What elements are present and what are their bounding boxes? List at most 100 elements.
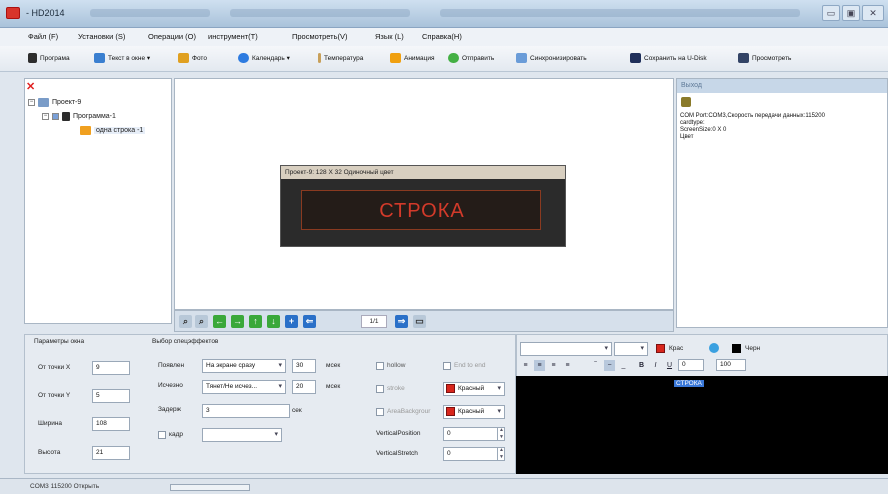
- frame-checkbox[interactable]: [158, 431, 166, 439]
- zoom-input[interactable]: 100: [716, 359, 746, 371]
- last-page-icon[interactable]: ▭: [413, 315, 426, 328]
- vpos-input[interactable]: 0: [443, 427, 505, 441]
- arrow-right-icon[interactable]: →: [231, 315, 244, 328]
- height-label: Высота: [38, 449, 61, 456]
- x-input[interactable]: 9: [92, 361, 130, 375]
- x-label: От точки X: [38, 364, 71, 371]
- menu-view[interactable]: Просмотреть(V): [292, 32, 348, 41]
- appear-unit: мсек: [326, 362, 341, 369]
- prev-page-icon[interactable]: ⇐: [303, 315, 316, 328]
- underline-button[interactable]: U: [664, 360, 675, 371]
- menu-tools[interactable]: инструмент(T): [208, 32, 258, 41]
- preview-button[interactable]: Просмотреть: [738, 53, 791, 63]
- text-window-button[interactable]: Текст в окне ▾: [94, 53, 150, 63]
- close-window-button[interactable]: ✕: [862, 5, 884, 21]
- minimize-button[interactable]: ▭: [822, 5, 840, 21]
- led-preview[interactable]: Проект-9: 128 X 32 Одиночный цвет СТРОКА: [280, 165, 566, 247]
- maximize-button[interactable]: ▣: [842, 5, 860, 21]
- preview-icon: [738, 53, 749, 63]
- spacing-input[interactable]: 0: [678, 359, 704, 371]
- arrow-up-icon[interactable]: ↑: [249, 315, 262, 328]
- next-page-icon[interactable]: ⇒: [395, 315, 408, 328]
- bold-button[interactable]: B: [636, 360, 647, 371]
- save-udisk-button[interactable]: Сохранить на U-Disk: [630, 53, 707, 63]
- font-size-select[interactable]: [614, 342, 648, 356]
- appear-time-input[interactable]: 30: [292, 359, 316, 373]
- bg-color-label[interactable]: Черн: [745, 345, 760, 352]
- tree-program[interactable]: − Программа-1: [42, 112, 116, 121]
- effects-title: Выбор спецэффектов: [152, 338, 219, 345]
- sync-button[interactable]: Синхронизировать: [516, 53, 587, 63]
- menu-bar: Файл (F) Установки (S) Операции (O) инст…: [0, 28, 888, 46]
- photo-button[interactable]: Фото: [178, 53, 207, 63]
- justify-icon[interactable]: ≡: [562, 360, 573, 371]
- vstretch-input[interactable]: 0: [443, 447, 505, 461]
- align-left-icon[interactable]: ≡: [520, 360, 531, 371]
- font-select[interactable]: [520, 342, 612, 356]
- vstretch-label: VerticalStretch: [376, 450, 418, 457]
- thermometer-icon: [318, 53, 321, 63]
- program-icon: [62, 112, 70, 121]
- stroke-checkbox[interactable]: [376, 385, 384, 393]
- valign-top-icon[interactable]: ‾: [590, 360, 601, 371]
- add-icon[interactable]: +: [285, 315, 298, 328]
- title-blur: [90, 9, 210, 17]
- vstretch-spinner[interactable]: ▲ ▼: [497, 447, 505, 461]
- menu-language[interactable]: Язык (L): [375, 32, 404, 41]
- delete-icon[interactable]: ✕: [26, 80, 35, 93]
- temperature-button[interactable]: Температура: [318, 53, 363, 63]
- delay-unit: сек: [292, 407, 302, 414]
- disappear-select[interactable]: Тянет/Не исчез...: [202, 380, 286, 394]
- calendar-icon: [238, 53, 249, 63]
- preview-nav-bar: ⌕ ⌕ ← → ↑ ↓ + ⇐ 1/1 ⇒ ▭: [174, 310, 674, 332]
- area-bg-checkbox[interactable]: [376, 408, 384, 416]
- editor-selected-text[interactable]: СТРОКА: [674, 380, 704, 387]
- output-settings-icon[interactable]: [681, 97, 691, 107]
- vpos-label: VerticalPosition: [376, 430, 421, 437]
- menu-file[interactable]: Файл (F): [28, 32, 58, 41]
- text-window-icon: [94, 53, 105, 63]
- refresh-icon[interactable]: [709, 343, 719, 353]
- disappear-time-input[interactable]: 20: [292, 380, 316, 394]
- menu-operations[interactable]: Операции (O): [148, 32, 196, 41]
- delay-input[interactable]: 3: [202, 404, 290, 418]
- arrow-down-icon[interactable]: ↓: [267, 315, 280, 328]
- text-color-label[interactable]: Крас: [669, 345, 683, 352]
- align-right-icon[interactable]: ≡: [548, 360, 559, 371]
- send-icon: [448, 53, 459, 63]
- text-editor[interactable]: [516, 376, 888, 474]
- sync-icon: [516, 53, 527, 63]
- window-params-title: Параметры окна: [34, 338, 85, 345]
- italic-button[interactable]: I: [650, 360, 661, 371]
- zoom-in-icon[interactable]: ⌕: [179, 315, 192, 328]
- menu-settings[interactable]: Установки (S): [78, 32, 125, 41]
- appear-select[interactable]: На экране сразу: [202, 359, 286, 373]
- height-input[interactable]: 21: [92, 446, 130, 460]
- valign-bottom-icon[interactable]: _: [618, 360, 629, 371]
- send-button[interactable]: Отправить: [448, 53, 494, 63]
- left-strip: [0, 72, 24, 478]
- y-input[interactable]: 5: [92, 389, 130, 403]
- main-toolbar: Програма Текст в окне ▾ Фото Календарь ▾…: [0, 46, 888, 72]
- hollow-checkbox[interactable]: [376, 362, 384, 370]
- frame-select[interactable]: [202, 428, 282, 442]
- width-input[interactable]: 108: [92, 417, 130, 431]
- calendar-button[interactable]: Календарь ▾: [238, 53, 290, 63]
- program-button[interactable]: Програма: [28, 53, 70, 63]
- zoom-out-icon[interactable]: ⌕: [195, 315, 208, 328]
- valign-middle-icon[interactable]: −: [604, 360, 615, 371]
- align-center-icon[interactable]: ≡: [534, 360, 545, 371]
- project-icon: [38, 98, 49, 107]
- arrow-left-icon[interactable]: ←: [213, 315, 226, 328]
- udisk-icon: [630, 53, 641, 63]
- menu-help[interactable]: Справка(H): [422, 32, 462, 41]
- vpos-spinner[interactable]: ▲ ▼: [497, 427, 505, 441]
- photo-icon: [178, 53, 189, 63]
- status-bar: COM3 115200 Открыть: [0, 478, 888, 494]
- animation-button[interactable]: Анимация: [390, 53, 435, 63]
- text-color-swatch: [656, 344, 665, 353]
- end-to-end-checkbox[interactable]: [443, 362, 451, 370]
- tree-project[interactable]: − Проект-9: [28, 98, 81, 107]
- tree-item[interactable]: одна строка -1: [80, 126, 146, 135]
- delay-label: Задерж: [158, 406, 181, 413]
